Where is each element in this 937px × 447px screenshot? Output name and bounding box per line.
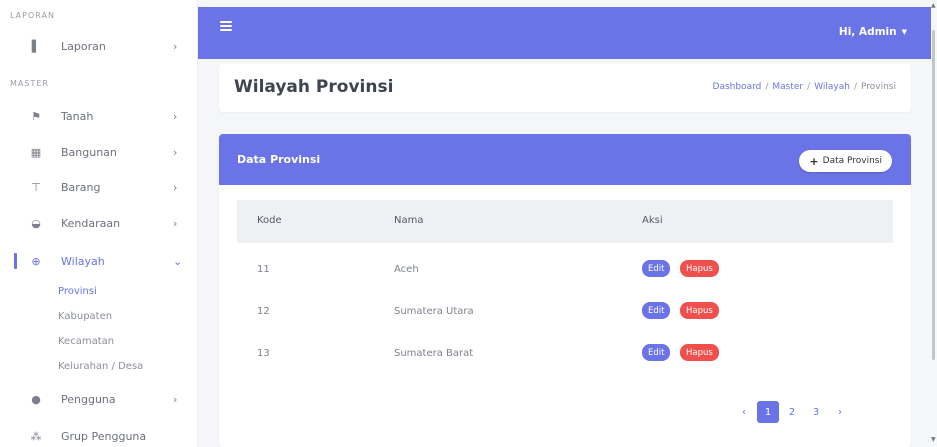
- sidebar-item-pengguna[interactable]: ● Pengguna ›: [0, 384, 198, 414]
- sidebar-item-tanah[interactable]: ⚑ Tanah ›: [0, 101, 198, 131]
- card-title: Data Provinsi: [237, 153, 321, 166]
- topbar: Hi, Admin ▼: [198, 7, 931, 59]
- scroll-up-icon[interactable]: ▲: [931, 2, 936, 9]
- page-header: Wilayah Provinsi Dashboard / Master / Wi…: [219, 64, 911, 112]
- sidebar-item-bangunan[interactable]: ▦ Bangunan ›: [0, 137, 198, 167]
- hapus-button[interactable]: Hapus: [680, 302, 719, 319]
- users-icon: ⁂: [30, 429, 42, 443]
- data-card: Data Provinsi + Data Provinsi Kode Nama …: [219, 134, 911, 447]
- pagination-next[interactable]: ›: [829, 401, 851, 423]
- column-header-aksi: Aksi: [642, 215, 663, 226]
- breadcrumb: Dashboard / Master / Wilayah / Provinsi: [713, 82, 896, 92]
- breadcrumb-wilayah[interactable]: Wilayah: [814, 82, 850, 92]
- hapus-button[interactable]: Hapus: [680, 344, 719, 361]
- sidebar-item-grup-pengguna[interactable]: ⁂ Grup Pengguna: [0, 421, 198, 447]
- user-icon: ●: [31, 392, 41, 406]
- cell-kode: 12: [257, 306, 270, 317]
- sidebar-item-label: Pengguna: [61, 392, 116, 406]
- column-header-nama: Nama: [394, 215, 424, 226]
- column-header-kode: Kode: [257, 215, 282, 226]
- pagination-page-3[interactable]: 3: [805, 401, 827, 423]
- sidebar-item-label: Barang: [61, 180, 101, 194]
- sidebar-item-label: Kendaraan: [61, 216, 121, 230]
- chevron-right-icon: ›: [173, 216, 178, 230]
- breadcrumb-provinsi: Provinsi: [861, 82, 896, 92]
- table-row: 12 Sumatera Utara Edit Hapus: [237, 293, 893, 335]
- cell-nama: Sumatera Utara: [394, 306, 474, 317]
- chevron-right-icon: ›: [173, 180, 178, 194]
- pagination-page-1[interactable]: 1: [757, 401, 779, 423]
- cell-nama: Sumatera Barat: [394, 348, 474, 359]
- sidebar-item-label: Tanah: [61, 109, 94, 123]
- breadcrumb-separator: /: [765, 82, 769, 92]
- user-greeting: Hi, Admin: [838, 26, 897, 38]
- pagination-prev[interactable]: ‹: [733, 401, 755, 423]
- section-label-laporan: LAPORAN: [10, 11, 55, 20]
- edit-button[interactable]: Edit: [642, 302, 671, 319]
- cart-icon: ⊤: [31, 180, 41, 194]
- breadcrumb-separator: /: [853, 82, 857, 92]
- chevron-right-icon: ›: [173, 145, 178, 159]
- sidebar: LAPORAN ▌ Laporan › MASTER ⚑ Tanah › ▦ B…: [0, 0, 198, 447]
- breadcrumb-separator: /: [807, 82, 811, 92]
- plus-icon: +: [809, 154, 819, 168]
- section-label-master: MASTER: [10, 79, 49, 88]
- chevron-right-icon: ›: [173, 109, 178, 123]
- card-header: Data Provinsi + Data Provinsi: [219, 134, 911, 185]
- car-icon: ◒: [31, 216, 41, 230]
- table-header: Kode Nama Aksi: [237, 200, 893, 243]
- caret-down-icon: ▼: [901, 28, 907, 36]
- add-provinsi-button[interactable]: + Data Provinsi: [799, 150, 892, 172]
- edit-button[interactable]: Edit: [642, 260, 671, 277]
- user-menu[interactable]: Hi, Admin ▼: [839, 26, 907, 38]
- page-scrollbar[interactable]: ▲ ▼: [931, 0, 937, 447]
- building-icon: ▦: [30, 145, 42, 159]
- pagination: ‹ 1 2 3 ›: [733, 401, 851, 423]
- chevron-down-icon: ⌄: [173, 254, 183, 268]
- sidebar-item-label: Bangunan: [61, 145, 117, 159]
- scroll-thumb[interactable]: [932, 30, 935, 360]
- sidebar-item-barang[interactable]: ⊤ Barang ›: [0, 172, 198, 202]
- sidebar-item-laporan[interactable]: ▌ Laporan ›: [0, 31, 198, 61]
- sidebar-item-label: Wilayah: [61, 254, 105, 268]
- sidebar-item-label: Grup Pengguna: [61, 429, 147, 443]
- sub-item-kelurahan[interactable]: Kelurahan / Desa: [58, 361, 143, 372]
- sidebar-item-wilayah[interactable]: ⊕ Wilayah ⌄: [0, 246, 198, 276]
- chevron-right-icon: ›: [173, 39, 178, 53]
- cell-kode: 13: [257, 348, 270, 359]
- edit-button[interactable]: Edit: [642, 344, 671, 361]
- hapus-button[interactable]: Hapus: [680, 260, 719, 277]
- page-title: Wilayah Provinsi: [234, 77, 394, 97]
- scroll-down-icon[interactable]: ▼: [931, 436, 936, 443]
- sidebar-item-kendaraan[interactable]: ◒ Kendaraan ›: [0, 208, 198, 238]
- chevron-right-icon: ›: [173, 392, 178, 406]
- cell-kode: 11: [257, 264, 270, 275]
- sub-item-kabupaten[interactable]: Kabupaten: [58, 311, 112, 322]
- breadcrumb-dashboard[interactable]: Dashboard: [713, 82, 762, 92]
- add-button-label: Data Provinsi: [822, 156, 882, 166]
- table-row: 13 Sumatera Barat Edit Hapus: [237, 335, 893, 377]
- hamburger-menu-icon[interactable]: [220, 21, 232, 31]
- sub-item-kecamatan[interactable]: Kecamatan: [58, 336, 114, 347]
- flag-icon: ⚑: [31, 109, 41, 123]
- globe-icon: ⊕: [31, 254, 41, 268]
- sub-item-provinsi[interactable]: Provinsi: [58, 286, 97, 297]
- pagination-page-2[interactable]: 2: [781, 401, 803, 423]
- table-row: 11 Aceh Edit Hapus: [237, 251, 893, 293]
- file-icon: ▌: [31, 39, 41, 53]
- breadcrumb-master[interactable]: Master: [772, 82, 803, 92]
- cell-nama: Aceh: [394, 264, 419, 275]
- sidebar-item-label: Laporan: [61, 39, 106, 53]
